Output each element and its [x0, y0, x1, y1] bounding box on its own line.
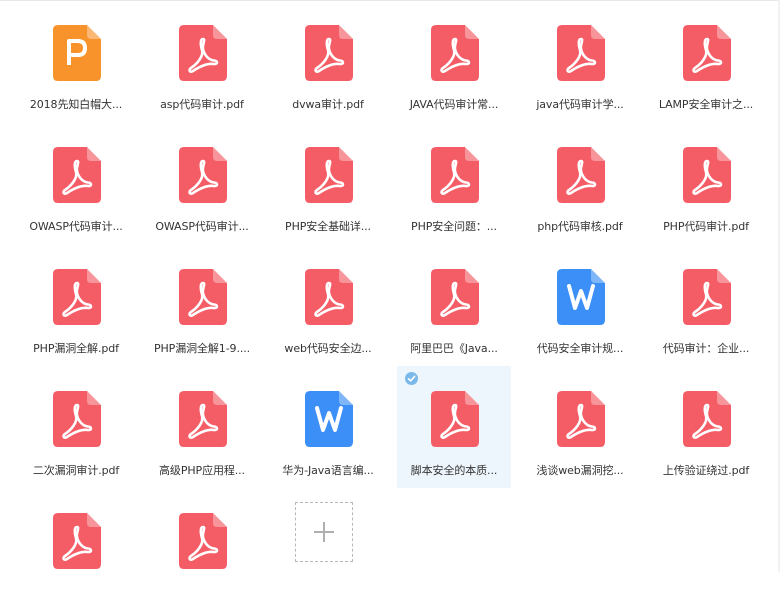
pdf-icon	[53, 391, 101, 447]
pdf-icon	[683, 147, 731, 203]
file-name: PHP漏洞全解.pdf	[33, 342, 119, 355]
file-name: 上传验证绕过.pdf	[662, 464, 750, 477]
pdf-icon	[53, 147, 101, 203]
file-name: PHP安全问题：...	[411, 220, 497, 233]
file-item[interactable]: PHP安全基础详...	[271, 122, 385, 244]
file-item[interactable]: 2018先知白帽大...	[19, 0, 133, 122]
file-item[interactable]: JAVA代码审计常...	[397, 0, 511, 122]
file-name: asp代码审计.pdf	[160, 98, 244, 111]
file-name: PHP代码审计.pdf	[663, 220, 749, 233]
pdf-icon	[557, 25, 605, 81]
file-item[interactable]: 二次漏洞审计.pdf	[19, 366, 133, 488]
file-item[interactable]: 代码审计：企业...	[649, 244, 763, 366]
pdf-icon	[431, 147, 479, 203]
pdf-icon	[683, 269, 731, 325]
file-item[interactable]: OWASP代码审计...	[145, 122, 259, 244]
file-name: LAMP安全审计之...	[658, 98, 754, 111]
file-name: JAVA代码审计常...	[409, 98, 499, 111]
checkmark-icon[interactable]	[405, 372, 418, 385]
pdf-icon	[179, 513, 227, 569]
file-name: 高级PHP应用程...	[159, 464, 245, 477]
ppt-icon	[53, 25, 101, 81]
file-name: 阿里巴巴《Java...	[410, 342, 498, 355]
file-item[interactable]	[145, 488, 259, 610]
pdf-icon	[683, 391, 731, 447]
file-item[interactable]: OWASP代码审计...	[19, 122, 133, 244]
pdf-icon	[179, 391, 227, 447]
pdf-icon	[557, 391, 605, 447]
pdf-icon	[431, 269, 479, 325]
file-name: php代码审核.pdf	[537, 220, 623, 233]
file-name: 华为-Java语言编...	[282, 464, 374, 477]
file-item[interactable]: 脚本安全的本质...	[397, 366, 511, 488]
file-item[interactable]: web代码安全边...	[271, 244, 385, 366]
file-name: OWASP代码审计...	[155, 220, 249, 233]
pdf-icon	[53, 269, 101, 325]
file-item[interactable]: 阿里巴巴《Java...	[397, 244, 511, 366]
file-item[interactable]: LAMP安全审计之...	[649, 0, 763, 122]
file-name: web代码安全边...	[284, 342, 372, 355]
pdf-icon	[53, 513, 101, 569]
file-name: dvwa审计.pdf	[292, 98, 364, 111]
pdf-icon	[179, 147, 227, 203]
pdf-icon	[557, 147, 605, 203]
pdf-icon	[305, 147, 353, 203]
file-name: 脚本安全的本质...	[410, 464, 498, 477]
file-name: PHP漏洞全解1-9....	[153, 342, 251, 355]
file-name: 代码安全审计规...	[536, 342, 624, 355]
file-item[interactable]: PHP漏洞全解.pdf	[19, 244, 133, 366]
file-name: 浅谈web漏洞挖...	[536, 464, 624, 477]
add-file-tile[interactable]	[271, 488, 385, 610]
file-item[interactable]: 华为-Java语言编...	[271, 366, 385, 488]
file-item[interactable]: asp代码审计.pdf	[145, 0, 259, 122]
file-name: PHP安全基础详...	[285, 220, 371, 233]
word-icon	[557, 269, 605, 325]
file-item[interactable]: PHP代码审计.pdf	[649, 122, 763, 244]
file-item[interactable]: PHP安全问题：...	[397, 122, 511, 244]
pdf-icon	[179, 269, 227, 325]
file-grid: 2018先知白帽大... asp代码审计.pdf dvwa审计.pdf JAVA…	[13, 0, 769, 610]
pdf-icon	[431, 25, 479, 81]
word-icon	[305, 391, 353, 447]
pdf-icon	[683, 25, 731, 81]
file-item[interactable]: 高级PHP应用程...	[145, 366, 259, 488]
file-name: 二次漏洞审计.pdf	[32, 464, 120, 477]
file-name: java代码审计学...	[536, 98, 624, 111]
file-name: 代码审计：企业...	[662, 342, 750, 355]
file-item[interactable]: PHP漏洞全解1-9....	[145, 244, 259, 366]
pdf-icon	[431, 391, 479, 447]
plus-icon[interactable]	[295, 502, 353, 562]
file-item[interactable]	[19, 488, 133, 610]
file-item[interactable]: java代码审计学...	[523, 0, 637, 122]
file-name: 2018先知白帽大...	[29, 98, 123, 111]
file-item[interactable]: 上传验证绕过.pdf	[649, 366, 763, 488]
file-item[interactable]: 代码安全审计规...	[523, 244, 637, 366]
pdf-icon	[305, 25, 353, 81]
file-item[interactable]: php代码审核.pdf	[523, 122, 637, 244]
pdf-icon	[305, 269, 353, 325]
pdf-icon	[179, 25, 227, 81]
file-name: OWASP代码审计...	[29, 220, 123, 233]
file-item[interactable]: 浅谈web漏洞挖...	[523, 366, 637, 488]
file-item[interactable]: dvwa审计.pdf	[271, 0, 385, 122]
